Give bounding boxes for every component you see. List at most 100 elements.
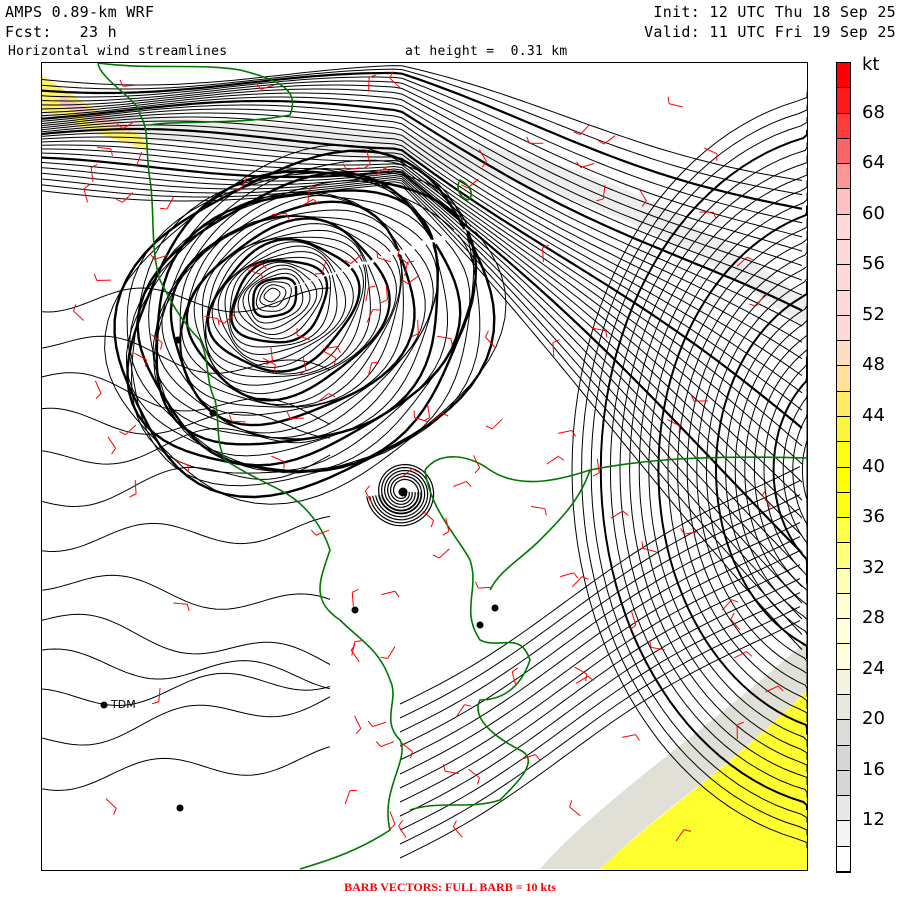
colorbar-box: [837, 341, 850, 367]
barb-feather: [217, 318, 220, 326]
wind-barb: [422, 510, 435, 528]
init-time: Init: 12 UTC Thu 18 Sep 25: [653, 3, 896, 21]
colorbar-label: 40: [862, 455, 885, 477]
barb-feather: [367, 720, 374, 727]
barb-feather: [119, 431, 126, 436]
wind-barb: [364, 485, 373, 504]
colorbar-label: 32: [862, 556, 885, 578]
barb-shaft: [580, 162, 595, 168]
wind-barb: [368, 74, 376, 92]
wind-barb: [401, 742, 413, 759]
coastline-path: [424, 456, 807, 483]
barb-feather: [573, 572, 579, 579]
barb-shaft: [571, 576, 583, 588]
barb-feather: [474, 467, 481, 474]
barb-shaft: [530, 505, 545, 510]
streamline: [42, 746, 331, 791]
barb-feather: [635, 734, 640, 741]
barb-shaft: [365, 287, 370, 302]
wind-barb: [94, 380, 102, 399]
model-title: AMPS 0.89-km WRF: [5, 3, 155, 21]
barb-shaft: [621, 734, 636, 738]
barb-feather: [430, 520, 435, 528]
wind-barb: [367, 720, 387, 727]
barb-shaft: [368, 77, 370, 92]
streamline: [42, 407, 331, 439]
colorbar-box: [837, 720, 850, 746]
station-dot: [476, 621, 484, 629]
colorbar-box: [837, 821, 850, 847]
barb-shaft: [381, 590, 396, 596]
colorbar: [836, 62, 851, 873]
barb-shaft: [467, 178, 479, 189]
wind-barb: [621, 734, 640, 741]
wind-barb: [667, 96, 683, 108]
colorbar-box: [837, 391, 850, 417]
barb-shaft: [603, 135, 616, 145]
barb-shaft: [134, 479, 137, 494]
wind-barb: [105, 798, 117, 816]
barb-feather: [315, 272, 323, 275]
colorbar-label: 12: [862, 809, 885, 831]
colorbar-box: [837, 593, 850, 620]
station-dot: [351, 606, 359, 614]
barb-shaft: [438, 548, 450, 559]
barb-feather: [352, 588, 359, 593]
barb-feather: [749, 303, 757, 307]
wind-barb: [575, 675, 594, 684]
wind-barb: [159, 196, 175, 210]
barb-shaft: [560, 572, 574, 578]
colorbar-box: [837, 492, 850, 519]
barb-shaft: [351, 592, 354, 607]
streamline: [42, 672, 331, 707]
colorbar-box: [837, 315, 850, 342]
wind-barb: [93, 273, 111, 281]
colorbar-box: [837, 290, 850, 316]
wind-barb: [574, 666, 588, 682]
colorbar-box: [837, 770, 850, 797]
streamline: [42, 515, 331, 553]
wind-barb: [381, 590, 400, 598]
forecast-hour: Fcst: 23 h: [5, 23, 117, 41]
barb-feather: [731, 599, 739, 603]
station-dot: [491, 604, 499, 612]
wind-barb: [569, 800, 581, 817]
wind-barb: [228, 414, 246, 423]
barb-feather: [398, 820, 404, 827]
streamline-map: [41, 62, 808, 871]
colorbar-box: [837, 239, 850, 266]
barb-shaft: [426, 403, 431, 418]
colorbar-label: 24: [862, 657, 885, 679]
barb-shaft: [417, 319, 419, 334]
barb-shaft: [596, 458, 600, 473]
colorbar-label: 16: [862, 758, 885, 780]
barb-feather: [730, 612, 735, 620]
colorbar-box: [837, 796, 850, 822]
barb-shaft: [158, 687, 161, 702]
barb-shaft: [174, 459, 189, 466]
colorbar-box: [837, 518, 850, 544]
barb-shaft: [231, 420, 246, 423]
barb-shaft: [478, 586, 493, 589]
barb-feather: [93, 273, 98, 281]
colorbar-box: [837, 416, 850, 443]
barb-shaft: [73, 310, 85, 321]
barb-feather: [394, 590, 400, 598]
wind-barb: [453, 480, 472, 488]
barb-feather: [511, 667, 519, 673]
barb-feather: [407, 260, 415, 263]
streamline: [399, 466, 801, 705]
barb-shaft: [552, 342, 555, 357]
colorbar-label: 44: [862, 404, 885, 426]
streamline: [42, 428, 331, 465]
barb-shaft: [173, 602, 188, 605]
wind-barb: [376, 250, 392, 263]
wind-barb: [630, 611, 637, 630]
colorbar-box: [837, 189, 850, 215]
barb-feather: [535, 754, 541, 761]
colorbar-label: 20: [862, 708, 885, 730]
barb-feather: [544, 508, 547, 516]
colorbar-box: [837, 846, 850, 872]
wind-barb: [733, 651, 753, 659]
barb-feather: [622, 510, 629, 516]
